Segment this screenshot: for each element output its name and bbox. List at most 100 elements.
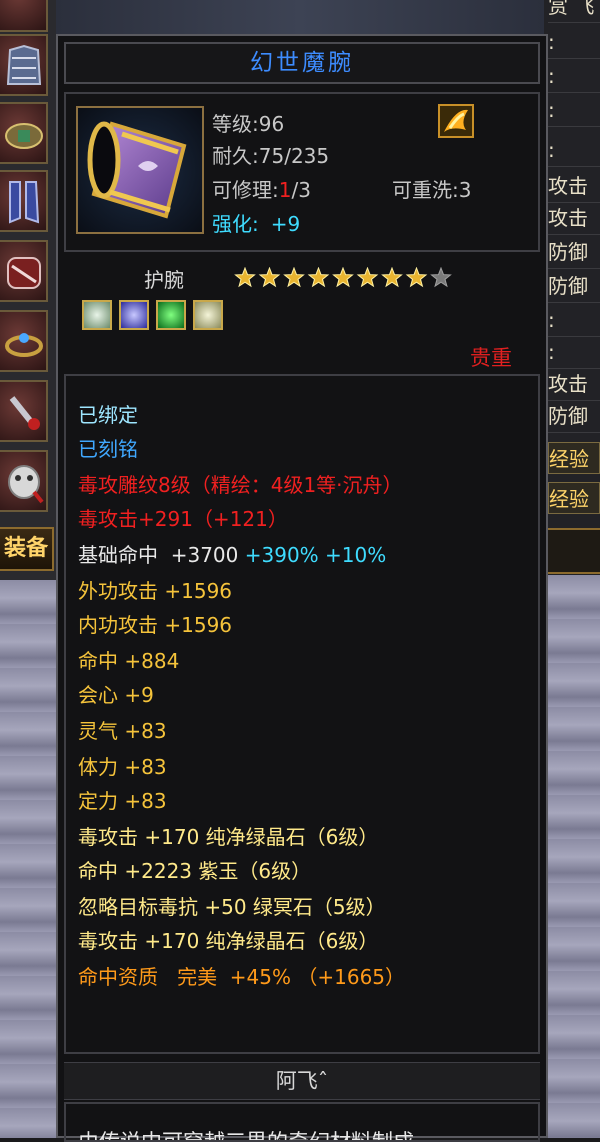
stamina-line: 体力 +83 xyxy=(78,755,167,779)
repair-total: /3 xyxy=(291,178,311,202)
base-hit-pct1: +390% xyxy=(244,543,319,567)
base-hit-line: 基础命中 +3700 +390% +10% xyxy=(78,542,386,568)
gem-line: 忽略目标毒抗 +50 绿冥石（5级） xyxy=(78,895,386,919)
mask-icon xyxy=(8,465,44,504)
stat-row: : xyxy=(548,60,600,93)
stat-row: : xyxy=(548,26,600,59)
focus-line: 定力 +83 xyxy=(78,789,167,813)
description-text: 由传说中可穿越三界的奇幻材料制成， xyxy=(78,1130,435,1142)
right-tab-bar[interactable] xyxy=(548,528,600,574)
star-filled-icon xyxy=(258,267,281,288)
aptitude-bonus: （+1665） xyxy=(297,965,406,989)
ring-icon xyxy=(5,333,43,357)
enhance-value: +9 xyxy=(270,212,301,236)
durability-value: 75/235 xyxy=(258,144,330,168)
repair-current: 1 xyxy=(278,178,292,202)
poison-attack-bonus: （+121） xyxy=(192,507,288,531)
inner-attack-line: 内功攻击 +1596 xyxy=(78,613,233,637)
white-gem-icon xyxy=(82,300,112,330)
stat-row: : xyxy=(548,94,600,127)
star-filled-icon xyxy=(307,267,330,288)
bracer-icon xyxy=(87,121,187,219)
crit-line: 会心 +9 xyxy=(78,683,154,707)
equip-slot-1[interactable] xyxy=(0,0,48,32)
stat-row: : xyxy=(548,134,600,167)
exp-button[interactable]: 经验 xyxy=(548,442,600,474)
item-durability: 耐久:75/235 xyxy=(212,140,329,169)
star-rating xyxy=(234,267,452,288)
stat-row-defense: 防御 xyxy=(548,400,600,433)
gem-line: 毒攻击 +170 纯净绿晶石（6级） xyxy=(78,825,379,849)
bracer-icon xyxy=(7,257,41,289)
equip-slot-amulet[interactable] xyxy=(0,380,48,442)
white-gem-icon xyxy=(193,300,224,330)
gem-line: 毒攻击 +170 纯净绿晶石（6级） xyxy=(78,929,379,953)
item-tooltip: 幻世魔腕 等级:96 耐久:75/235 可修理:1/3 可重洗:3 强化: +9 xyxy=(56,34,548,1142)
character-portrait-banner xyxy=(56,0,544,34)
star-filled-icon xyxy=(234,267,256,288)
stat-row: : xyxy=(548,304,600,337)
gem-sockets xyxy=(82,300,225,332)
equip-slot-armor[interactable] xyxy=(0,34,48,96)
poison-attack: 毒攻击+291 xyxy=(78,507,193,531)
item-icon xyxy=(76,106,204,234)
equipment-tab[interactable]: 装备 xyxy=(0,527,54,571)
item-enhance: 强化: +9 xyxy=(212,208,300,237)
repair-label: 可修理: xyxy=(212,178,279,202)
stat-row-attack: 攻击 xyxy=(548,170,600,203)
equip-slot-mask[interactable] xyxy=(0,450,48,512)
equip-slot-ring[interactable] xyxy=(0,310,48,372)
star-filled-icon xyxy=(405,267,428,288)
quality-label: 贵重 xyxy=(470,346,512,370)
aptitude-pct: +45% xyxy=(229,965,292,989)
aptitude-grade: 完美 xyxy=(177,965,218,989)
equip-slot-bracer[interactable] xyxy=(0,240,48,302)
background-panel xyxy=(548,575,600,1138)
item-description: 由传说中可穿越三界的奇幻材料制成， xyxy=(64,1102,540,1142)
green-gem-icon xyxy=(156,300,187,330)
carve-line: 毒攻雕纹8级（精绘：4级1等·沉舟） xyxy=(78,473,403,497)
attribute-list: 已绑定 已刻铭 毒攻雕纹8级（精绘：4级1等·沉舟） 毒攻击+291（+121）… xyxy=(64,374,540,1054)
poison-attack-line: 毒攻击+291（+121） xyxy=(78,506,288,532)
enhance-label: 强化: xyxy=(212,212,259,236)
star-empty-icon xyxy=(430,267,452,288)
star-filled-icon xyxy=(356,267,379,288)
star-filled-icon xyxy=(332,267,354,288)
item-rewash: 可重洗:3 xyxy=(392,178,472,202)
outer-attack-line: 外功攻击 +1596 xyxy=(78,579,233,603)
stat-row-attack: 攻击 xyxy=(548,368,600,401)
stat-row-attack: 攻击 xyxy=(548,202,600,235)
gem-line: 命中 +2223 紫玉（6级） xyxy=(78,859,312,883)
stat-row-defense: 防御 xyxy=(548,270,600,303)
item-repair: 可修理:1/3 xyxy=(212,174,311,203)
exp-button[interactable]: 经验 xyxy=(548,482,600,514)
blue-gem-icon xyxy=(119,300,150,330)
star-filled-icon xyxy=(283,267,305,288)
quality-spark-icon xyxy=(438,104,474,138)
armor-icon xyxy=(6,44,42,85)
base-hit-value: +3700 xyxy=(170,543,239,567)
item-category: 护腕 xyxy=(144,268,184,292)
bound-status: 已绑定 xyxy=(78,403,138,427)
boots-icon xyxy=(9,181,40,224)
item-level: 等级:96 xyxy=(212,112,285,136)
belt-icon xyxy=(5,123,43,149)
durability-label: 耐久: xyxy=(212,144,259,168)
item-header: 等级:96 耐久:75/235 可修理:1/3 可重洗:3 强化: +9 xyxy=(64,92,540,252)
aptitude-label: 命中资质 xyxy=(78,965,158,989)
star-filled-icon xyxy=(381,267,403,288)
stat-row: : xyxy=(548,336,600,369)
stat-row-name: 赏 飞 xyxy=(548,0,600,23)
equip-slot-belt[interactable] xyxy=(0,102,48,164)
background-panel xyxy=(0,580,56,1138)
engraved-status: 已刻铭 xyxy=(78,437,138,461)
stat-row-defense: 防御 xyxy=(548,236,600,269)
hit-line: 命中 +884 xyxy=(78,649,180,673)
item-title: 幻世魔腕 xyxy=(64,42,540,84)
equip-slot-boots[interactable] xyxy=(0,170,48,232)
amulet-icon xyxy=(9,396,40,430)
spirit-line: 灵气 +83 xyxy=(78,719,167,743)
base-hit-pct2: +10% xyxy=(325,543,387,567)
owner-name: 阿飞ˆ xyxy=(64,1062,540,1100)
aptitude-line: 命中资质 完美 +45% （+1665） xyxy=(78,964,405,990)
